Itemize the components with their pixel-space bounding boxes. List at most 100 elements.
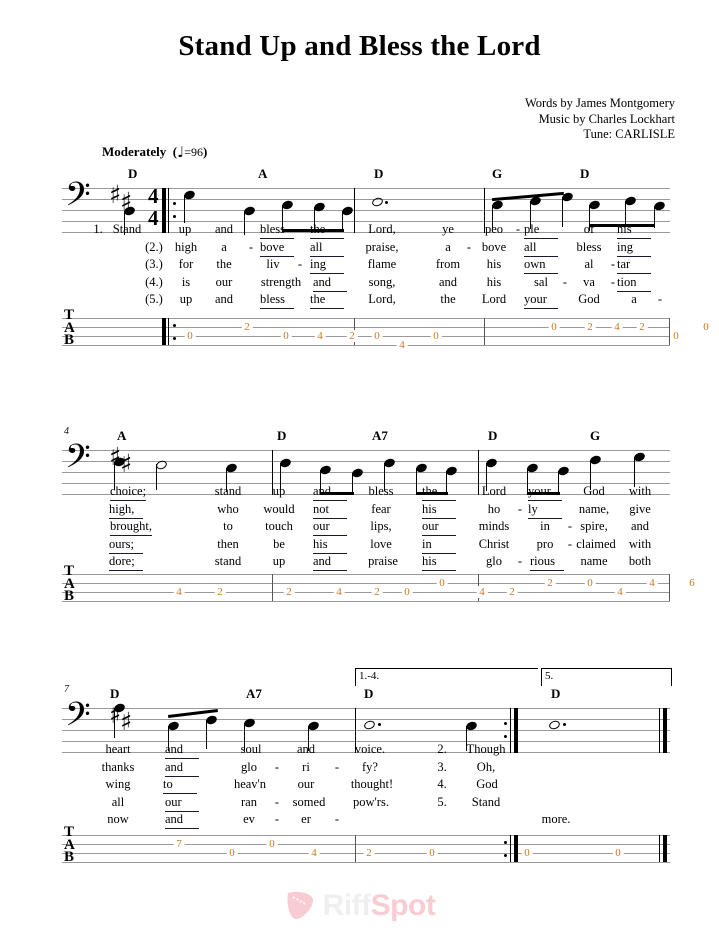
lyric-line: ours; then be his love in Christ pro claimed with xyxy=(0,537,719,555)
tab-line xyxy=(62,336,670,337)
lyric-syllable: heart xyxy=(105,742,131,756)
lyric-syllable: ing xyxy=(617,240,651,257)
tab-staff-3: T A B 7 0 0 4 2 0 0 0 xyxy=(62,825,670,871)
lyric-syllable: up xyxy=(272,484,286,498)
tab-fret-number: 2 xyxy=(544,577,556,589)
lyric-syllable: the xyxy=(422,484,456,501)
credit-tune: Tune: CARLISLE xyxy=(583,127,675,141)
lyric-hyphen: - xyxy=(610,274,616,289)
lyric-syllable: bless xyxy=(368,484,394,498)
lyric-syllable: from xyxy=(435,257,461,271)
note-stem xyxy=(184,195,186,223)
lyric-syllable: name, xyxy=(578,501,610,516)
tab-fret-number: 0 xyxy=(184,330,196,342)
volta-1-4: 1.-4. xyxy=(355,668,538,686)
lyric-syllable: God xyxy=(578,292,600,306)
tab-clef-b: B xyxy=(64,849,75,866)
tab-line xyxy=(62,601,670,602)
tab-clef: T A B xyxy=(64,308,75,348)
tab-staff-2: T A B 4 2 2 4 2 0 0 4 2 2 0 4 4 6 xyxy=(62,564,698,610)
chord-symbol: D xyxy=(374,166,384,181)
lyric-syllable: with xyxy=(628,536,652,551)
lyric-syllable: 1. xyxy=(93,222,103,236)
lyric-syllable: ing xyxy=(310,257,344,274)
lyric-syllable: (4.) xyxy=(145,274,163,289)
tab-fret-number: 4 xyxy=(333,586,345,598)
lyric-syllable: and xyxy=(165,760,199,777)
chord-symbol: A7 xyxy=(246,686,262,701)
lyric-syllable: sal xyxy=(534,274,548,289)
staff-line xyxy=(62,730,670,731)
tab-fret-number: 2 xyxy=(214,586,226,598)
lyric-syllable: to xyxy=(223,519,233,533)
lyric-syllable: glo xyxy=(486,554,502,568)
bass-clef-icon: 𝄢 xyxy=(65,696,91,742)
credit-music: Music by Charles Lockhart xyxy=(538,111,675,126)
tempo-paren-close: ) xyxy=(202,144,208,159)
lyric-syllable: glo xyxy=(241,759,257,774)
lyric-syllable: be xyxy=(273,536,285,551)
lyric-syllable: Christ xyxy=(478,536,510,551)
lyric-syllable: and xyxy=(313,484,347,501)
quarter-note-icon: ♩ xyxy=(177,143,185,161)
lyric-syllable: peo xyxy=(484,222,504,236)
tab-fret-number: 0 xyxy=(371,330,383,342)
measure-number: 4 xyxy=(64,426,69,437)
lyric-syllable: now xyxy=(107,812,129,826)
chord-symbol: A xyxy=(117,428,127,443)
chord-symbol: G xyxy=(492,166,503,181)
tab-fret-number: 2 xyxy=(371,586,383,598)
tab-barline xyxy=(669,574,671,601)
chord-symbol: A7 xyxy=(372,428,388,443)
lyric-syllable: his xyxy=(422,502,456,519)
tab-fret-number: 4 xyxy=(314,330,326,342)
lyric-syllable: high, xyxy=(109,502,143,519)
tab-fret-number: 4 xyxy=(476,586,488,598)
lyric-syllable: bless xyxy=(576,239,602,254)
lyric-syllable: our xyxy=(215,274,233,289)
chord-symbol: D xyxy=(488,428,498,443)
tab-fret-number: 2 xyxy=(506,586,518,598)
lyric-syllable: not xyxy=(313,502,347,519)
lyric-syllable: wing xyxy=(105,777,131,791)
lyric-syllable: in xyxy=(540,519,550,533)
lyric-syllable: praise, xyxy=(365,239,399,254)
tab-fret-number: 0 xyxy=(401,586,413,598)
lyric-syllable: God xyxy=(476,777,498,791)
tab-line xyxy=(62,844,670,845)
tab-fret-number: 6 xyxy=(686,577,698,589)
augmentation-dot xyxy=(378,723,381,726)
lyric-syllable: ours; xyxy=(109,537,143,554)
lyric-syllable: somed xyxy=(292,794,326,809)
lyric-syllable: pro xyxy=(536,536,554,551)
lyric-syllable: then xyxy=(217,536,239,551)
tab-fret-number: 0 xyxy=(436,577,448,589)
lyric-syllable: (2.) xyxy=(145,239,163,254)
lyric-syllable: Though xyxy=(466,742,506,756)
lyric-syllable: minds xyxy=(478,519,510,533)
lyric-syllable: ye xyxy=(442,222,454,236)
lyric-syllable: our xyxy=(313,519,347,536)
lyric-syllable: the xyxy=(440,292,456,306)
tab-barline xyxy=(272,574,274,601)
volta-5: 5. xyxy=(541,668,672,686)
lyric-syllable: all xyxy=(310,240,344,257)
lyric-hyphen: - xyxy=(274,812,280,826)
lyric-syllable: love xyxy=(370,536,392,551)
lyric-hyphen: - xyxy=(334,812,340,826)
lyric-syllable: Stand xyxy=(471,794,501,809)
lyric-syllable: va xyxy=(583,274,595,289)
lyric-hyphen: - xyxy=(657,292,663,306)
staff-line xyxy=(62,461,670,462)
lyric-syllable: er xyxy=(301,812,311,826)
tab-fret-number: 4 xyxy=(611,321,623,333)
tab-fret-number: 0 xyxy=(612,847,624,859)
lyric-line: all our ran somed pow'rs. 5. Stand xyxy=(0,795,719,813)
tab-line xyxy=(62,327,670,328)
lyric-syllable: heav'n xyxy=(233,777,267,791)
lyric-syllable: fy? xyxy=(362,759,378,774)
lyric-syllable: his xyxy=(422,554,456,571)
lyric-line: choice; stand up and bless the Lord your God with xyxy=(0,484,719,502)
tempo-equals: = xyxy=(184,145,191,159)
tab-fret-number: 0 xyxy=(584,577,596,589)
